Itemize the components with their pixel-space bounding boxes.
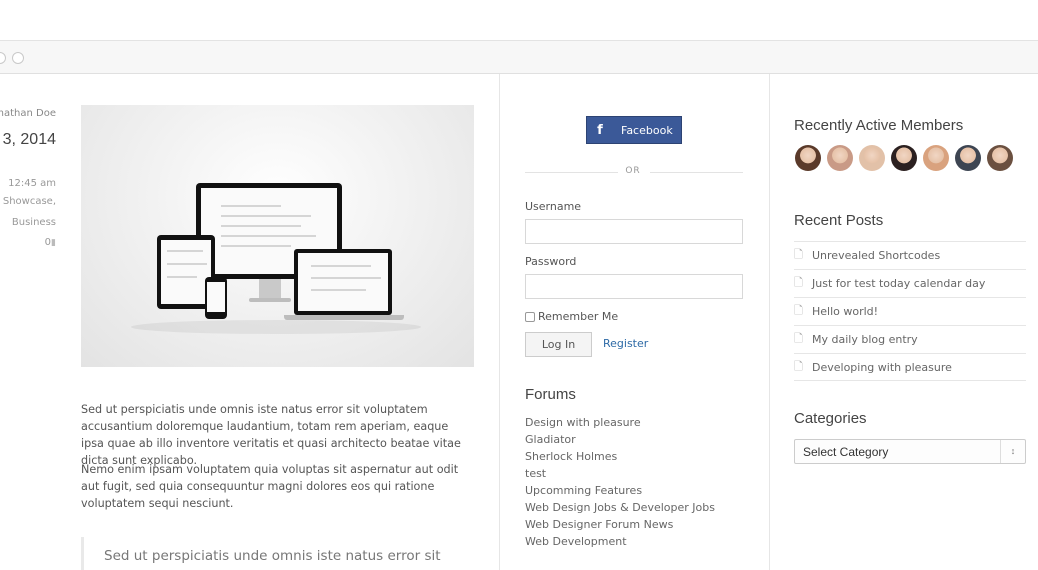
remember-me[interactable]: Remember Me (525, 310, 618, 323)
recent-post-item[interactable]: 🗋 My daily blog entry (794, 325, 1026, 353)
phone-illustration (205, 277, 227, 319)
window-button[interactable] (0, 52, 6, 64)
document-icon: 🗋 (794, 276, 803, 289)
recent-post-link[interactable]: Hello world! (812, 305, 878, 318)
post-paragraph: Nemo enim ipsam voluptatem quia voluptas… (81, 463, 459, 510)
facebook-login-button[interactable]: f Facebook (586, 116, 682, 144)
avatar[interactable] (859, 145, 885, 171)
password-field[interactable] (525, 274, 743, 299)
column-divider (499, 74, 500, 570)
recent-post-link[interactable]: Just for test today calendar day (812, 277, 985, 290)
column-divider (769, 74, 770, 570)
browser-toolbar (0, 40, 1038, 74)
avatar[interactable] (891, 145, 917, 171)
blockquote: Sed ut perspiciatis unde omnis iste natu… (81, 537, 471, 570)
post-category[interactable]: Business (0, 217, 56, 228)
avatar[interactable] (923, 145, 949, 171)
facebook-button-label: Facebook (621, 123, 673, 137)
recent-post-item[interactable]: 🗋 Hello world! (794, 297, 1026, 325)
categories-heading: Categories (794, 410, 867, 427)
comment-icon: ▮ (51, 238, 56, 248)
password-label: Password (525, 255, 577, 268)
recent-post-link[interactable]: Unrevealed Shortcodes (812, 249, 940, 262)
remember-me-label: Remember Me (538, 310, 619, 323)
avatar[interactable] (987, 145, 1013, 171)
forum-link[interactable]: Sherlock Holmes (525, 450, 617, 463)
post-time: 12:45 am (8, 178, 56, 189)
blockquote-text: Sed ut perspiciatis unde omnis iste natu… (104, 548, 441, 564)
recent-post-item[interactable]: 🗋 Developing with pleasure (794, 353, 1026, 381)
username-label: Username (525, 200, 582, 213)
post-category[interactable]: Showcase, (0, 196, 56, 207)
forum-link[interactable]: test (525, 467, 546, 480)
select-arrow-icon: ↕ (1000, 440, 1025, 463)
facebook-icon: f (597, 122, 603, 138)
category-select[interactable]: Select Category ↕ (794, 439, 1026, 464)
avatar[interactable] (955, 145, 981, 171)
forum-link[interactable]: Web Design Jobs & Developer Jobs (525, 501, 715, 514)
window-button[interactable] (12, 52, 24, 64)
forums-heading: Forums (525, 386, 576, 403)
remember-me-checkbox[interactable] (525, 311, 535, 322)
top-bar (0, 0, 1038, 40)
login-button[interactable]: Log In (525, 332, 592, 357)
recent-post-link[interactable]: My daily blog entry (812, 333, 918, 346)
comment-count[interactable]: 0▮ (0, 237, 56, 248)
featured-image (81, 105, 474, 367)
forum-link[interactable]: Gladiator (525, 433, 576, 446)
forum-link[interactable]: Design with pleasure (525, 416, 641, 429)
forum-link[interactable]: Web Development (525, 535, 627, 548)
register-link[interactable]: Register (603, 337, 648, 350)
document-icon: 🗋 (794, 248, 803, 261)
forum-link[interactable]: Web Designer Forum News (525, 518, 673, 531)
document-icon: 🗋 (794, 359, 803, 373)
laptop-illustration (294, 249, 392, 315)
post-author[interactable]: Jonathan Doe (0, 108, 56, 119)
document-icon: 🗋 (794, 304, 803, 317)
post-paragraph: Sed ut perspiciatis unde omnis iste natu… (81, 403, 461, 467)
recent-post-link[interactable]: Developing with pleasure (812, 361, 952, 374)
recent-post-item[interactable]: 🗋 Unrevealed Shortcodes (794, 241, 1026, 269)
recent-posts-heading: Recent Posts (794, 212, 884, 229)
forum-link[interactable]: Upcomming Features (525, 484, 642, 497)
divider-line (650, 172, 743, 173)
post-date: February 3, 2014 (0, 131, 56, 148)
recent-post-item[interactable]: 🗋 Just for test today calendar day (794, 269, 1026, 297)
avatar[interactable] (795, 145, 821, 171)
document-icon: 🗋 (794, 332, 803, 345)
or-separator: OR (625, 166, 641, 176)
category-select-value: Select Category (803, 445, 889, 459)
avatar[interactable] (827, 145, 853, 171)
divider-line (525, 172, 618, 173)
username-field[interactable] (525, 219, 743, 244)
members-heading: Recently Active Members (794, 117, 964, 134)
